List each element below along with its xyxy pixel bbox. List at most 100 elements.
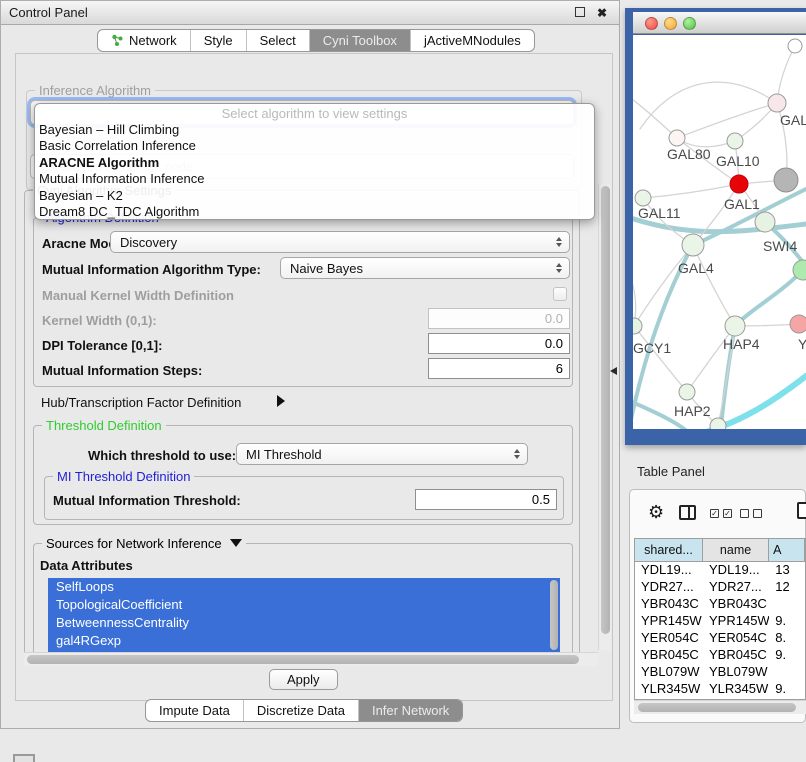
- network-window-titlebar: [633, 12, 806, 34]
- settings-vscrollbar-thumb[interactable]: [601, 186, 610, 634]
- tab-select[interactable]: Select: [246, 30, 309, 51]
- cyni-algorithm-settings-group: Cyni Algorithm Settings Algorithm Defini…: [24, 190, 580, 660]
- table-cell: YDL19...: [635, 562, 703, 579]
- tab-impute-data-label: Impute Data: [159, 700, 230, 721]
- mi-algorithm-type-combobox[interactable]: Naive Bayes: [280, 257, 570, 279]
- table-cell: YER054C: [703, 630, 769, 647]
- gear-icon[interactable]: ⚙: [648, 502, 664, 523]
- table-cell: YDR27...: [703, 579, 769, 596]
- table-cell: YBL079W: [703, 664, 769, 681]
- table-cell: [769, 664, 805, 681]
- table-cell: [769, 596, 805, 613]
- tab-discretize-data[interactable]: Discretize Data: [243, 700, 358, 721]
- inference-algorithm-label: Inference Algorithm: [35, 83, 155, 98]
- table-row[interactable]: YER054CYER054C8.: [635, 630, 805, 647]
- apply-button[interactable]: Apply: [269, 669, 338, 690]
- tab-infer-network[interactable]: Infer Network: [358, 700, 462, 721]
- aracne-mode-combobox[interactable]: Discovery: [110, 231, 570, 253]
- network-node[interactable]: [774, 168, 798, 192]
- network-node[interactable]: [635, 190, 651, 206]
- network-node[interactable]: [727, 133, 743, 149]
- column-header-partial[interactable]: A: [769, 539, 805, 561]
- attributes-scrollbar[interactable]: [550, 580, 558, 650]
- network-node[interactable]: [710, 418, 726, 429]
- network-node[interactable]: [730, 175, 748, 193]
- tab-discretize-data-label: Discretize Data: [257, 700, 345, 721]
- data-attribute-item[interactable]: SelfLoops: [48, 578, 560, 596]
- unchecked-box-icon[interactable]: [753, 509, 762, 518]
- mi-algorithm-type-value: Naive Bayes: [290, 261, 363, 276]
- algorithm-option[interactable]: ARACNE Algorithm: [35, 154, 594, 170]
- unchecked-box-icon[interactable]: [740, 509, 749, 518]
- network-canvas[interactable]: GALGAL80GAL10GAL1GAL11SWI4GAL4GCY1HAP4YH…: [633, 35, 806, 429]
- table-cell: YBR045C: [635, 647, 703, 664]
- network-node-label: Y: [798, 336, 806, 352]
- table-row[interactable]: YBR045CYBR045C9.: [635, 647, 805, 664]
- algorithm-option[interactable]: Mutual Information Inference: [35, 170, 594, 186]
- kernel-width-input[interactable]: [428, 308, 570, 329]
- table-row[interactable]: YDL19...YDL19...13: [635, 562, 805, 579]
- network-node[interactable]: [788, 39, 802, 53]
- network-node[interactable]: [768, 94, 786, 112]
- network-node-label: GCY1: [633, 340, 671, 356]
- table-cell: YPR145W: [703, 613, 769, 630]
- new-document-icon[interactable]: [797, 502, 806, 519]
- table-cell: YDL19...: [703, 562, 769, 579]
- network-node[interactable]: [755, 212, 775, 232]
- network-node[interactable]: [790, 315, 806, 333]
- table-hscrollbar-thumb[interactable]: [638, 703, 796, 712]
- network-icon: [111, 34, 124, 47]
- algorithm-popup-list: Bayesian – Hill ClimbingBasic Correlatio…: [35, 121, 594, 219]
- table-row[interactable]: YLR345WYLR345W9.: [635, 681, 805, 698]
- checked-box-icon[interactable]: ✓: [723, 509, 732, 518]
- tab-impute-data[interactable]: Impute Data: [146, 700, 243, 721]
- split-columns-icon[interactable]: [679, 505, 696, 520]
- table-row[interactable]: YBL079WYBL079W: [635, 664, 805, 681]
- tab-network[interactable]: Network: [98, 30, 190, 51]
- close-traffic-light[interactable]: [645, 17, 658, 30]
- float-window-icon[interactable]: [575, 7, 585, 17]
- data-attribute-item[interactable]: gal4RGexp: [48, 632, 560, 650]
- algorithm-option[interactable]: Basic Correlation Inference: [35, 137, 594, 153]
- which-threshold-combobox[interactable]: MI Threshold: [236, 443, 528, 465]
- mi-steps-input[interactable]: [428, 358, 570, 379]
- manual-kernel-width-checkbox[interactable]: [553, 287, 567, 301]
- tab-jactivemnodules[interactable]: jActiveMNodules: [410, 30, 534, 51]
- settings-hscrollbar-thumb[interactable]: [27, 655, 579, 664]
- data-attribute-item[interactable]: BetweennessCentrality: [48, 614, 560, 632]
- algorithm-option[interactable]: Bayesian – Hill Climbing: [35, 121, 594, 137]
- table-hscrollbar-track: [634, 700, 806, 714]
- network-node[interactable]: [669, 130, 685, 146]
- minimized-window-icon[interactable]: [13, 754, 35, 762]
- table-cell: 9.: [769, 681, 805, 698]
- data-attribute-item[interactable]: TopologicalCoefficient: [48, 596, 560, 614]
- network-edge: [677, 103, 777, 138]
- table-cell: 8.: [769, 630, 805, 647]
- mi-threshold-input[interactable]: [415, 489, 557, 510]
- column-header-shared-name[interactable]: shared...: [635, 539, 703, 561]
- table-row[interactable]: YDR27...YDR27...12: [635, 579, 805, 596]
- close-window-icon[interactable]: ✖: [597, 7, 607, 19]
- table-cell: 9.: [769, 613, 805, 630]
- table-row[interactable]: YBR043CYBR043C: [635, 596, 805, 613]
- combo-arrows-icon: [556, 263, 562, 273]
- checked-box-icon[interactable]: ✓: [710, 509, 719, 518]
- network-node[interactable]: [682, 234, 704, 256]
- network-node[interactable]: [679, 384, 695, 400]
- network-node[interactable]: [633, 318, 642, 334]
- table-row[interactable]: YPR145WYPR145W9.: [635, 613, 805, 630]
- tab-style[interactable]: Style: [190, 30, 246, 51]
- minimize-traffic-light[interactable]: [664, 17, 677, 30]
- dpi-tolerance-input[interactable]: [428, 333, 570, 354]
- table-panel-title: Table Panel: [637, 464, 705, 479]
- hub-expand-arrow-icon[interactable]: [277, 395, 285, 407]
- tab-cyni-toolbox[interactable]: Cyni Toolbox: [309, 30, 410, 51]
- column-header-name[interactable]: name: [703, 539, 769, 561]
- algorithm-option[interactable]: Dream8 DC_TDC Algorithm: [35, 203, 594, 219]
- network-node[interactable]: [725, 316, 745, 336]
- zoom-traffic-light[interactable]: [683, 17, 696, 30]
- mi-algorithm-type-label: Mutual Information Algorithm Type:: [42, 262, 261, 277]
- control-panel-window: Control Panel ✖ Network Style Select Cyn…: [0, 0, 620, 729]
- algorithm-option[interactable]: Bayesian – K2: [35, 187, 594, 203]
- sources-collapse-arrow-icon[interactable]: [230, 539, 242, 547]
